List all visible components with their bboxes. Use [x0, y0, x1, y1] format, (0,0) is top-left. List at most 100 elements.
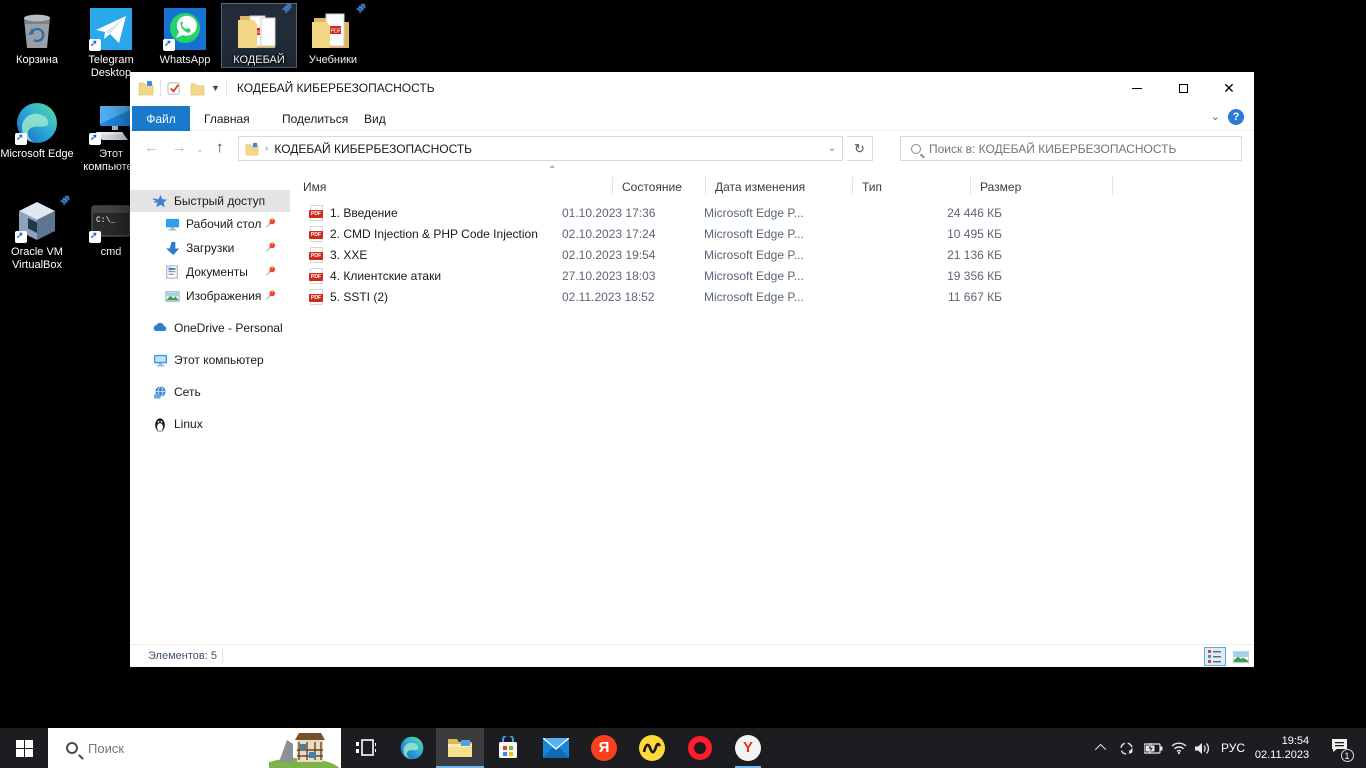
address-bar[interactable]: › КОДЕБАЙ КИБЕРБЕЗОПАСНОСТЬ ⌄	[238, 136, 843, 161]
minimize-button[interactable]	[1114, 72, 1160, 104]
onedrive-cloud-icon	[152, 320, 168, 336]
file-type: Microsoft Edge P...	[704, 227, 804, 241]
sidebar-item-desktop[interactable]: Рабочий стол 📍	[130, 213, 290, 235]
file-name: 2. CMD Injection & PHP Code Injection	[330, 227, 538, 241]
column-header-modified[interactable]: Дата изменения	[715, 175, 805, 197]
sidebar-item-label: Этот компьютер	[174, 353, 264, 367]
search-icon	[911, 144, 921, 154]
tray-expand-button[interactable]	[1090, 728, 1114, 768]
search-input[interactable]	[929, 142, 1209, 156]
thumbnail-view-toggle[interactable]	[1230, 647, 1252, 666]
breadcrumb: КОДЕБАЙ КИБЕРБЕЗОПАСНОСТЬ	[274, 142, 472, 156]
sidebar-item-pictures[interactable]: Изображения 📍	[130, 285, 290, 307]
taskbar-opera[interactable]	[676, 728, 724, 768]
window-folder-icon	[138, 80, 154, 96]
tab-home[interactable]: Главная	[204, 106, 250, 131]
shortcut-arrow-badge	[15, 133, 27, 145]
desktop-icon-kodebay[interactable]: PDF »» КОДЕБАЙ	[222, 4, 296, 67]
taskbar-mail[interactable]	[532, 728, 580, 768]
file-row[interactable]: 2. CMD Injection & PHP Code Injection 02…	[290, 224, 1254, 245]
help-icon[interactable]: ?	[1228, 109, 1244, 125]
telegram-icon	[88, 6, 134, 52]
taskbar-yandex-browser[interactable]: Y	[724, 728, 772, 768]
qat-customize-icon[interactable]: ▼	[211, 83, 220, 93]
start-button[interactable]	[0, 728, 48, 768]
taskbar-explorer[interactable]	[436, 728, 484, 768]
sort-ascending-icon[interactable]: ⌃	[548, 165, 556, 176]
tab-share[interactable]: Поделиться	[282, 106, 348, 131]
desktop-icon-telegram[interactable]: Telegram Desktop	[74, 6, 148, 80]
desktop-icon-uchebniki[interactable]: PDF »» Учебники	[296, 6, 370, 67]
taskbar-search-input[interactable]	[88, 741, 238, 756]
sidebar-item-label: Изображения	[186, 289, 261, 303]
column-header-name[interactable]: Имя	[303, 175, 326, 197]
refresh-icon[interactable]: ↻	[847, 136, 873, 161]
tab-view[interactable]: Вид	[364, 106, 386, 131]
taskbar-edge[interactable]	[388, 728, 436, 768]
column-header-size[interactable]: Размер	[980, 175, 1021, 197]
address-dropdown-icon[interactable]: ⌄	[822, 137, 842, 160]
taskbar-yellow-app[interactable]	[628, 728, 676, 768]
sidebar-item-onedrive[interactable]: OneDrive - Personal	[130, 317, 290, 339]
qat-new-folder-icon[interactable]	[190, 81, 205, 96]
file-row[interactable]: 3. XXE 02.10.2023 19:54 Microsoft Edge P…	[290, 245, 1254, 266]
tray-battery-icon[interactable]	[1140, 728, 1166, 768]
action-center-button[interactable]: 1	[1322, 728, 1356, 768]
edge-icon	[14, 100, 60, 146]
column-separator[interactable]	[612, 177, 613, 195]
back-icon[interactable]: ←	[144, 139, 159, 156]
address-folder-icon	[245, 142, 259, 156]
tray-clock[interactable]: 19:54 02.11.2023	[1250, 728, 1314, 768]
task-view-button[interactable]	[344, 728, 388, 768]
sidebar-item-network[interactable]: Сеть	[130, 381, 290, 403]
desktop-icon-label: WhatsApp	[148, 54, 222, 67]
ribbon-collapse-icon[interactable]: ⌄	[1211, 110, 1220, 123]
file-type: Microsoft Edge P...	[704, 206, 804, 220]
desktop-icon-virtualbox[interactable]: »» Oracle VM VirtualBox	[0, 198, 74, 272]
qat-properties-icon[interactable]	[167, 81, 182, 96]
details-view-toggle[interactable]	[1204, 647, 1226, 666]
svg-text:C:\_: C:\_	[96, 216, 115, 225]
taskbar-search[interactable]	[48, 728, 341, 768]
taskbar-yandex[interactable]: Я	[580, 728, 628, 768]
tray-sync-icon[interactable]	[1114, 728, 1138, 768]
column-separator[interactable]	[705, 177, 706, 195]
sidebar-item-downloads[interactable]: Загрузки 📍	[130, 237, 290, 259]
file-size: 24 446 КБ	[840, 206, 1002, 220]
file-row[interactable]: 1. Введение 01.10.2023 17:36 Microsoft E…	[290, 203, 1254, 224]
search-box[interactable]	[900, 136, 1242, 161]
sidebar-item-this-pc[interactable]: Этот компьютер	[130, 349, 290, 371]
desktop-icon-recycle-bin[interactable]: Корзина	[0, 6, 74, 67]
sidebar-item-quick-access[interactable]: Быстрый доступ	[130, 190, 290, 212]
tray-volume-icon[interactable]	[1190, 728, 1216, 768]
tray-language-indicator[interactable]: РУС	[1216, 728, 1250, 768]
pdf-file-icon	[310, 205, 323, 221]
sidebar-item-documents[interactable]: Документы 📍	[130, 261, 290, 283]
history-chevron-icon[interactable]: ⌄	[196, 144, 204, 155]
desktop-icon-label: КОДЕБАЙ	[222, 54, 296, 67]
file-row[interactable]: 4. Клиентские атаки 27.10.2023 18:03 Mic…	[290, 266, 1254, 287]
column-header-status[interactable]: Состояние	[622, 175, 682, 197]
sidebar-item-linux[interactable]: Linux	[130, 413, 290, 435]
column-separator[interactable]	[1112, 177, 1113, 195]
file-size: 21 136 КБ	[840, 248, 1002, 262]
title-bar[interactable]: ▼ КОДЕБАЙ КИБЕРБЕЗОПАСНОСТЬ ✕	[130, 72, 1254, 104]
notification-badge: 1	[1341, 749, 1354, 762]
column-header-type[interactable]: Тип	[862, 175, 882, 197]
taskbar: Я Y РУС 19:54 02.11.2023 1	[0, 728, 1366, 768]
desktop-icon-whatsapp[interactable]: WhatsApp	[148, 6, 222, 67]
sidebar-item-label: Документы	[186, 265, 248, 279]
column-separator[interactable]	[852, 177, 853, 195]
maximize-button[interactable]	[1160, 72, 1206, 104]
window-title: КОДЕБАЙ КИБЕРБЕЗОПАСНОСТЬ	[237, 81, 435, 95]
search-icon	[66, 742, 78, 754]
file-row[interactable]: 5. SSTI (2) 02.11.2023 18:52 Microsoft E…	[290, 287, 1254, 308]
taskbar-store[interactable]	[484, 728, 532, 768]
up-icon[interactable]: ↑	[216, 139, 224, 156]
close-button[interactable]: ✕	[1206, 72, 1252, 104]
column-separator[interactable]	[970, 177, 971, 195]
desktop-icon-edge[interactable]: Microsoft Edge	[0, 100, 74, 161]
tray-wifi-icon[interactable]	[1166, 728, 1192, 768]
tab-file[interactable]: Файл	[132, 106, 190, 131]
forward-icon[interactable]: →	[172, 139, 187, 156]
